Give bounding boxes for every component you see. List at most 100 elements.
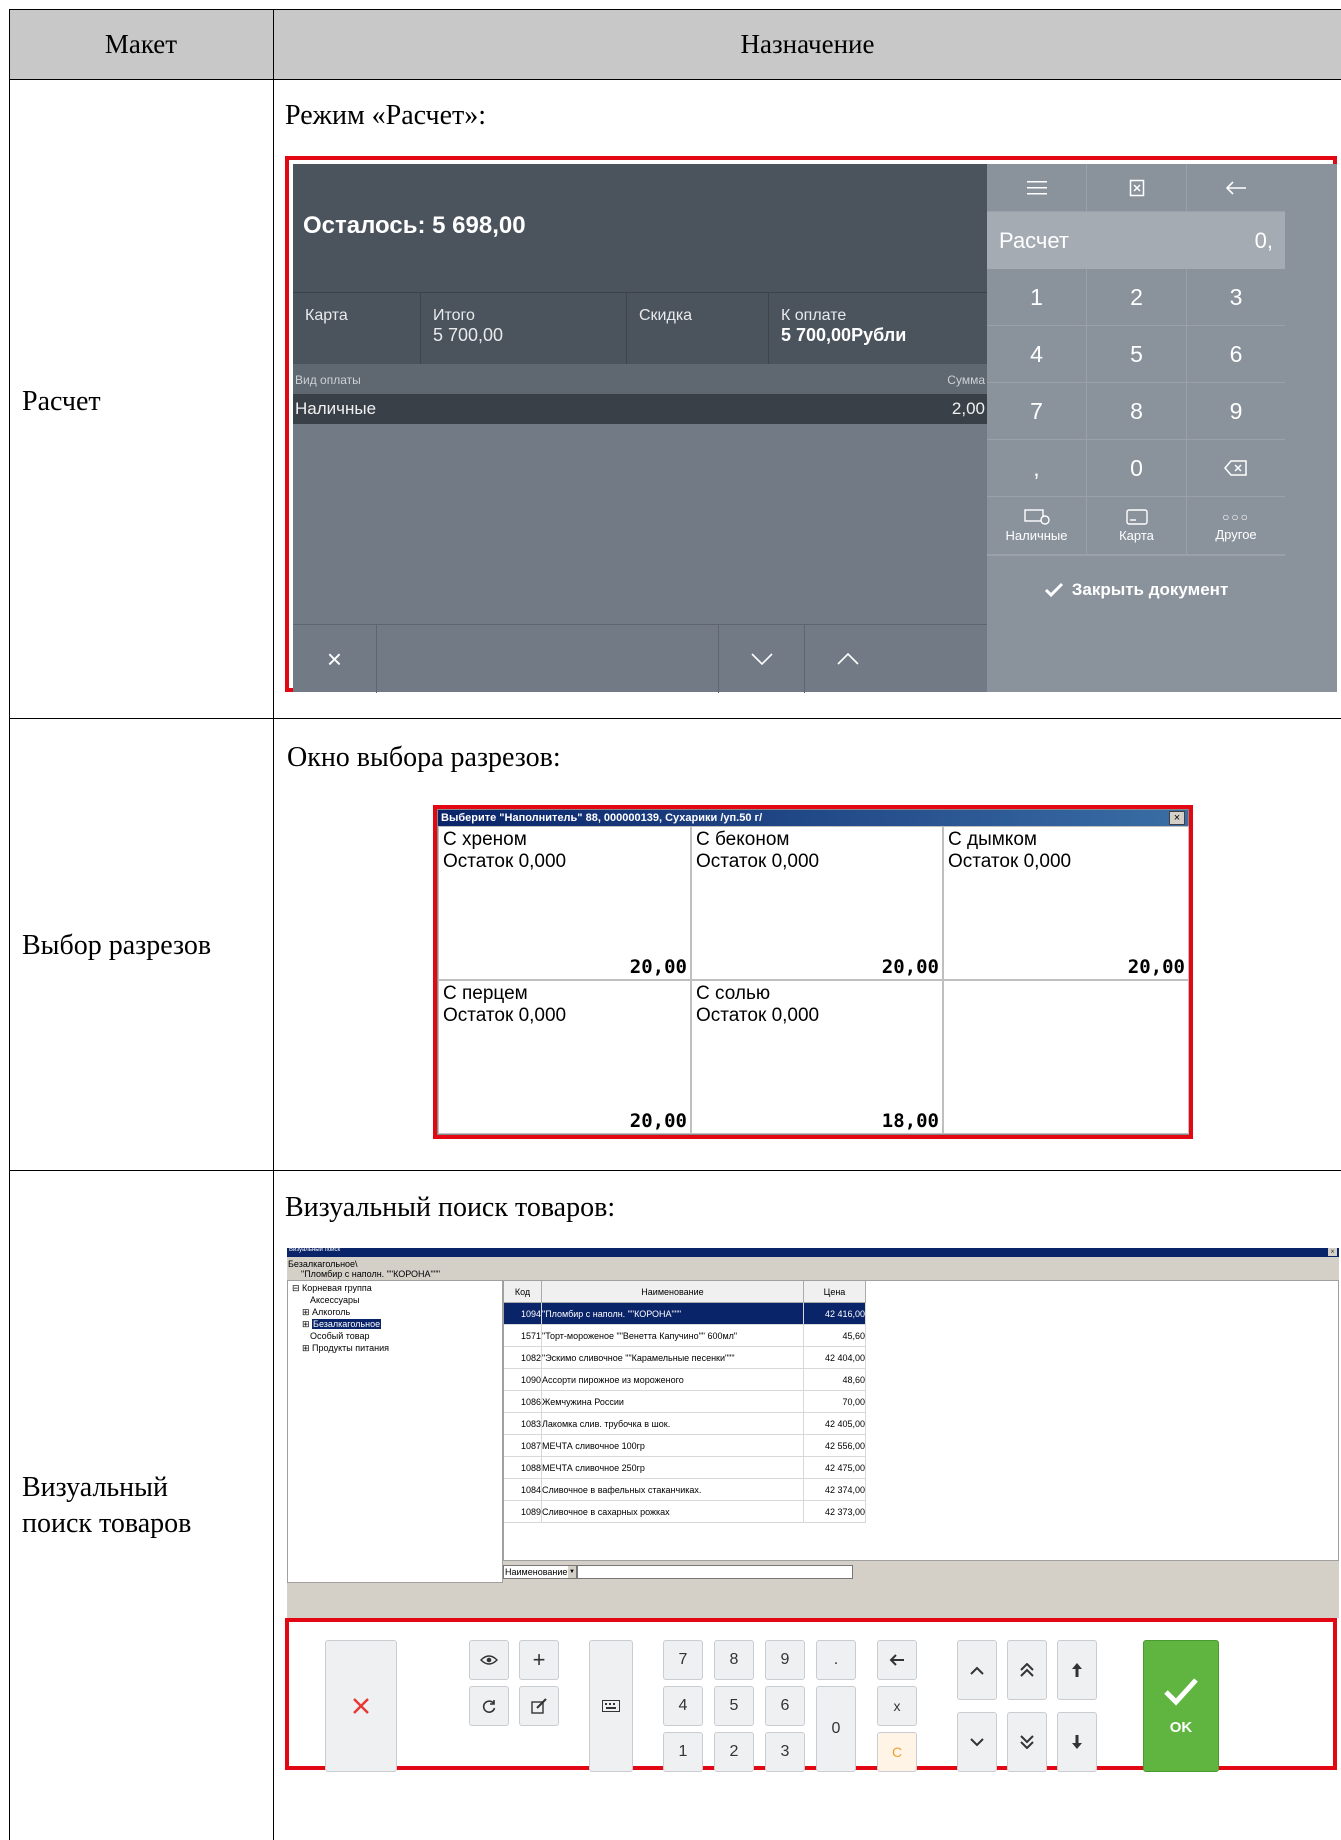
close-document-button[interactable]: Закрыть документ bbox=[987, 555, 1285, 624]
keyboard-button[interactable] bbox=[589, 1640, 633, 1772]
scroll-down-button[interactable] bbox=[719, 625, 805, 693]
search-field-label: Наименование bbox=[505, 1567, 568, 1577]
table-row[interactable]: 1083 Лакомка слив. трубочка в шок. 42 405,… bbox=[504, 1413, 866, 1435]
key-2[interactable]: 2 bbox=[1087, 269, 1187, 326]
breadcrumb-group: Безалкагольное\ bbox=[288, 1259, 358, 1269]
column-price[interactable]: Цена bbox=[804, 1281, 866, 1303]
key-5[interactable]: 5 bbox=[1087, 326, 1187, 383]
double-chevron-up-icon bbox=[1020, 1663, 1034, 1677]
cuts-window: Выберите "Наполнитель" 88, 000000139, Су… bbox=[437, 809, 1189, 1135]
receipt-button[interactable] bbox=[1087, 164, 1187, 212]
pay-cash-label: Наличные bbox=[1005, 527, 1068, 543]
table-row[interactable]: 1088 МЕЧТА сливочное 250гр 42 475,00 bbox=[504, 1457, 866, 1479]
first-button[interactable] bbox=[1057, 1640, 1097, 1700]
key-1[interactable]: 1 bbox=[987, 269, 1087, 326]
cancel-button[interactable] bbox=[325, 1640, 397, 1772]
eye-icon bbox=[480, 1655, 498, 1665]
cut-tile[interactable]: С беконом Остаток 0,000 20,00 bbox=[691, 826, 943, 980]
cut-tile[interactable]: С дымком Остаток 0,000 20,00 bbox=[943, 826, 1189, 980]
multiply-button[interactable]: x bbox=[877, 1686, 917, 1726]
page-up-button[interactable] bbox=[1007, 1640, 1047, 1700]
column-code[interactable]: Код bbox=[504, 1281, 542, 1303]
cut-tile-stock: Остаток 0,000 bbox=[696, 1005, 820, 1026]
table-row[interactable]: 1082 "Эскимо сливочное ""Карамельные песе… bbox=[504, 1347, 866, 1369]
chevron-down-icon bbox=[750, 653, 773, 666]
search-input[interactable] bbox=[577, 1565, 853, 1579]
column-name[interactable]: Наименование bbox=[542, 1281, 804, 1303]
table-row[interactable]: 1094 "Пломбир с наполн. ""КОРОНА""" 42 416… bbox=[504, 1303, 866, 1325]
cut-tile[interactable]: С хреном Остаток 0,000 20,00 bbox=[438, 826, 691, 980]
pay-card-button[interactable]: Карта bbox=[1087, 497, 1187, 555]
payment-type-column: Вид оплаты bbox=[295, 373, 361, 387]
arrow-left-icon bbox=[889, 1654, 904, 1666]
key-0[interactable]: 0 bbox=[1087, 440, 1187, 497]
tree-item[interactable]: ⊞ Продукты питания bbox=[302, 1343, 389, 1354]
key-5[interactable]: 5 bbox=[714, 1686, 754, 1726]
key-6[interactable]: 6 bbox=[1187, 326, 1285, 383]
cell-code: 1087 bbox=[504, 1435, 542, 1457]
pay-other-button[interactable]: ○○○ Другое bbox=[1187, 497, 1285, 555]
menu-icon bbox=[1026, 180, 1047, 194]
table-row[interactable]: 1086 Жемчужина России 70,00 bbox=[504, 1391, 866, 1413]
cut-tile-price: 20,00 bbox=[629, 1110, 687, 1132]
pay-cash-button[interactable]: Наличные bbox=[987, 497, 1087, 555]
ok-button[interactable]: OK bbox=[1143, 1640, 1219, 1772]
key-6[interactable]: 6 bbox=[765, 1686, 805, 1726]
key-0[interactable]: 0 bbox=[816, 1686, 856, 1772]
view-button[interactable] bbox=[469, 1640, 509, 1680]
refresh-button[interactable] bbox=[469, 1686, 509, 1726]
back-button[interactable] bbox=[1187, 164, 1285, 212]
payment-row-type: Наличные bbox=[295, 399, 377, 418]
key-9[interactable]: 9 bbox=[765, 1640, 805, 1680]
search-field-selector[interactable]: Наименование ▼ bbox=[503, 1565, 577, 1579]
key-9[interactable]: 9 bbox=[1187, 383, 1285, 440]
down-button[interactable] bbox=[957, 1712, 997, 1772]
cancel-button[interactable]: × bbox=[293, 625, 377, 693]
key-3[interactable]: 3 bbox=[765, 1732, 805, 1772]
table-row[interactable]: 1084 Сливочное в вафельных стаканчиках. 42… bbox=[504, 1479, 866, 1501]
key-comma[interactable]: , bbox=[987, 440, 1087, 497]
cut-tile-price: 20,00 bbox=[881, 956, 939, 978]
tree-item[interactable]: Особый товар bbox=[310, 1331, 369, 1341]
key-7[interactable]: 7 bbox=[987, 383, 1087, 440]
close-icon[interactable]: × bbox=[1328, 1248, 1337, 1256]
cell-price: 42 556,00 bbox=[804, 1435, 866, 1457]
caption-visual-search: Визуальный поиск товаров: bbox=[285, 1192, 616, 1223]
key-2[interactable]: 2 bbox=[714, 1732, 754, 1772]
cut-tile[interactable]: С перцем Остаток 0,000 20,00 bbox=[438, 980, 691, 1134]
add-button[interactable]: + bbox=[519, 1640, 559, 1680]
row-label-visual-search: Визуальный поиск товаров bbox=[22, 1472, 192, 1539]
tree-item[interactable]: Аксессуары bbox=[310, 1295, 359, 1305]
table-row[interactable]: 1089 Сливочное в сахарных рожках 42 373,00 bbox=[504, 1501, 866, 1523]
cuts-window-close-button[interactable]: × bbox=[1169, 811, 1185, 825]
last-button[interactable] bbox=[1057, 1712, 1097, 1772]
table-row[interactable]: 1571 "Торт-мороженое ""Венетта Капучино""… bbox=[504, 1325, 866, 1347]
edit-button[interactable] bbox=[519, 1686, 559, 1726]
clear-button[interactable]: C bbox=[877, 1732, 917, 1772]
key-7[interactable]: 7 bbox=[663, 1640, 703, 1680]
up-button[interactable] bbox=[957, 1640, 997, 1700]
key-3[interactable]: 3 bbox=[1187, 269, 1285, 326]
scroll-up-button[interactable] bbox=[805, 625, 891, 693]
tree-item-selected[interactable]: ⊞ Безалкагольное bbox=[302, 1319, 382, 1330]
close-icon bbox=[353, 1698, 369, 1714]
key-8[interactable]: 8 bbox=[714, 1640, 754, 1680]
key-1[interactable]: 1 bbox=[663, 1732, 703, 1772]
caption-cuts: Окно выбора разрезов: bbox=[287, 742, 561, 773]
tree-item[interactable]: ⊟ Корневая группа bbox=[292, 1283, 372, 1294]
cut-tile-price: 20,00 bbox=[1127, 956, 1185, 978]
menu-button[interactable] bbox=[987, 164, 1087, 212]
table-row[interactable]: 1090 Ассорти пирожное из мороженого 48,60 bbox=[504, 1369, 866, 1391]
key-4[interactable]: 4 bbox=[663, 1686, 703, 1726]
tree-item[interactable]: ⊞ Алкоголь bbox=[302, 1307, 350, 1318]
key-dot[interactable]: . bbox=[816, 1640, 856, 1680]
key-4[interactable]: 4 bbox=[987, 326, 1087, 383]
payment-table-header: Вид оплаты Сумма bbox=[293, 364, 987, 394]
table-row[interactable]: 1087 МЕЧТА сливочное 100гр 42 556,00 bbox=[504, 1435, 866, 1457]
page-down-button[interactable] bbox=[1007, 1712, 1047, 1772]
cut-tile[interactable]: С солью Остаток 0,000 18,00 bbox=[691, 980, 943, 1134]
backspace-button[interactable] bbox=[877, 1640, 917, 1680]
key-8[interactable]: 8 bbox=[1087, 383, 1187, 440]
backspace-button[interactable] bbox=[1187, 440, 1285, 497]
payment-row[interactable]: Наличные 2,00 bbox=[293, 394, 987, 424]
